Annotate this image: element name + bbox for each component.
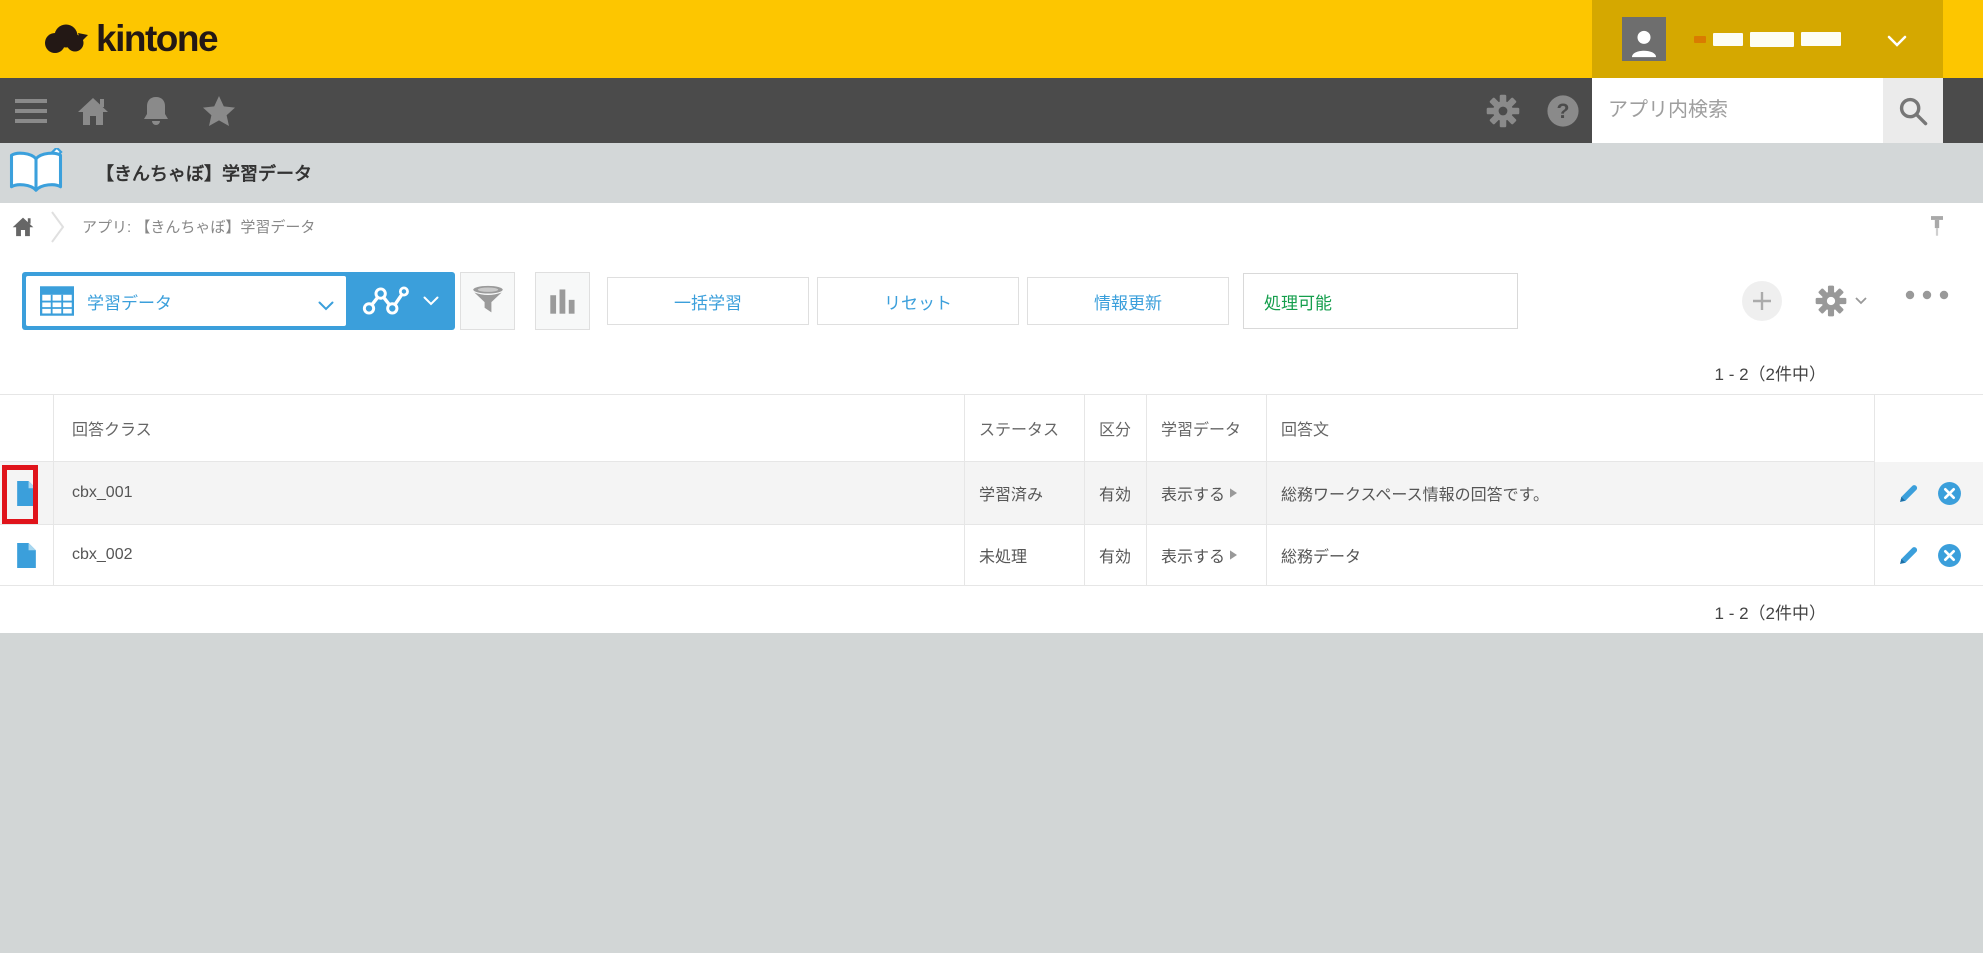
expand-triangle-icon (1230, 550, 1238, 560)
search-icon (1897, 95, 1929, 127)
top-bar: kintone (0, 0, 1983, 78)
delete-record-button[interactable] (1937, 543, 1962, 568)
plus-icon (1750, 289, 1774, 313)
filter-button[interactable] (460, 272, 515, 330)
cell-learning-data: 表示する (1147, 525, 1267, 585)
bulk-learn-button[interactable]: 一括学習 (607, 277, 809, 325)
row-actions (1875, 462, 1983, 524)
kintone-logo-text: kintone (96, 18, 219, 59)
table-row: cbx_001 学習済み 有効 表示する 総務ワークスペース情報の回答です。 (0, 462, 1983, 525)
view-selector-value: 学習データ (87, 293, 172, 313)
graph-chevron-down-icon (423, 296, 439, 306)
search-button[interactable] (1883, 78, 1943, 143)
edit-record-button[interactable] (1897, 544, 1920, 567)
circle-x-icon (1937, 481, 1962, 506)
record-file-icon (16, 542, 37, 569)
chart-button[interactable] (535, 272, 590, 330)
svg-text:?: ? (1557, 99, 1570, 123)
reset-button[interactable]: リセット (817, 277, 1019, 325)
edit-record-button[interactable] (1897, 482, 1920, 505)
global-nav-bar: ? (0, 78, 1983, 143)
header-answer-class: 回答クラス (54, 395, 965, 462)
cell-learning-data: 表示する (1147, 462, 1267, 524)
delete-record-button[interactable] (1937, 481, 1962, 506)
view-selector-chevron-down-icon (318, 298, 334, 316)
pagination-top: 1 - 2（2件中） (1714, 365, 1826, 384)
show-learning-data-label: 表示する (1161, 549, 1226, 566)
header-actions (1875, 395, 1983, 462)
expand-triangle-icon (1230, 488, 1238, 498)
notifications-bell-icon[interactable] (139, 94, 173, 128)
app-book-icon (8, 145, 64, 199)
breadcrumb: アプリ: 【きんちゃぼ】学習データ (0, 203, 1983, 250)
bar-chart-icon (548, 286, 578, 316)
cell-answer-text: 総務データ (1267, 525, 1875, 585)
user-name-redacted (1694, 31, 1841, 47)
kintone-app-page: { "brand": { "logo_text": "kintone" }, "… (0, 0, 1983, 953)
settings-gear-icon[interactable] (1486, 94, 1520, 133)
pencil-icon (1897, 544, 1920, 567)
cell-category: 有効 (1085, 462, 1147, 524)
show-learning-data-label: 表示する (1161, 487, 1226, 504)
kintone-logo[interactable]: kintone (43, 0, 219, 78)
view-selector-dropdown[interactable]: 学習データ (26, 276, 346, 326)
header-category: 区分 (1085, 395, 1147, 462)
app-settings-button[interactable] (1815, 285, 1867, 317)
home-icon[interactable] (76, 94, 110, 128)
nav-left-icons (15, 78, 236, 143)
view-selector: 学習データ (22, 272, 455, 330)
user-menu[interactable] (1592, 0, 1943, 78)
breadcrumb-chevron-icon (50, 210, 66, 244)
show-learning-data-toggle[interactable]: 表示する (1161, 543, 1238, 567)
record-icon-cell[interactable] (0, 525, 54, 585)
refresh-info-button[interactable]: 情報更新 (1027, 277, 1229, 325)
record-table: 回答クラス ステータス 区分 学習データ 回答文 cbx_001 学習済み 有効… (0, 394, 1983, 586)
pagination-bottom: 1 - 2（2件中） (1714, 604, 1826, 623)
header-learning-data: 学習データ (1147, 395, 1267, 462)
add-record-button[interactable] (1742, 281, 1782, 321)
breadcrumb-app-label[interactable]: アプリ: 【きんちゃぼ】学習データ (82, 216, 315, 237)
hamburger-menu-icon[interactable] (15, 98, 47, 123)
app-settings-gear-icon (1815, 285, 1847, 317)
more-options-button[interactable] (1905, 290, 1949, 300)
ellipsis-icon (1905, 290, 1949, 300)
cell-answer-class: cbx_002 (54, 525, 965, 585)
cell-category: 有効 (1085, 525, 1147, 585)
cell-status: 未処理 (965, 525, 1085, 585)
app-title: 【きんちゃぼ】学習データ (96, 164, 312, 184)
header-status: ステータス (965, 395, 1085, 462)
filter-funnel-icon (471, 285, 505, 317)
line-graph-icon (362, 283, 412, 319)
pencil-icon (1897, 482, 1920, 505)
cell-answer-class: cbx_001 (54, 462, 965, 524)
kintone-cloud-icon (43, 21, 89, 57)
header-answer-text: 回答文 (1267, 395, 1875, 462)
cell-status: 学習済み (965, 462, 1085, 524)
process-status-button[interactable]: 処理可能 (1243, 273, 1518, 329)
help-icon[interactable]: ? (1546, 94, 1580, 133)
table-row: cbx_002 未処理 有効 表示する 総務データ (0, 525, 1983, 586)
annotation-highlight-box (2, 465, 38, 524)
app-settings-chevron-down-icon (1855, 297, 1867, 305)
app-header: 【きんちゃぼ】学習データ (0, 143, 1983, 203)
table-view-icon (40, 286, 74, 316)
pin-icon[interactable] (1928, 215, 1946, 244)
cell-answer-text: 総務ワークスペース情報の回答です。 (1267, 462, 1875, 524)
user-menu-chevron-down-icon (1887, 34, 1907, 52)
show-learning-data-toggle[interactable]: 表示する (1161, 481, 1238, 505)
user-avatar (1622, 17, 1666, 61)
breadcrumb-home-icon[interactable] (12, 216, 34, 237)
view-toolbar: 学習データ 一括学習 リセット 情報更新 処理可能 (22, 272, 1983, 330)
circle-x-icon (1937, 543, 1962, 568)
table-header-row: 回答クラス ステータス 区分 学習データ 回答文 (0, 394, 1983, 462)
app-search-input[interactable] (1592, 78, 1883, 143)
app-search-box (1592, 78, 1883, 143)
graph-view-button[interactable] (346, 272, 455, 330)
favorites-star-icon[interactable] (202, 94, 236, 128)
row-actions (1875, 525, 1983, 585)
header-record-icon-column (0, 395, 54, 462)
